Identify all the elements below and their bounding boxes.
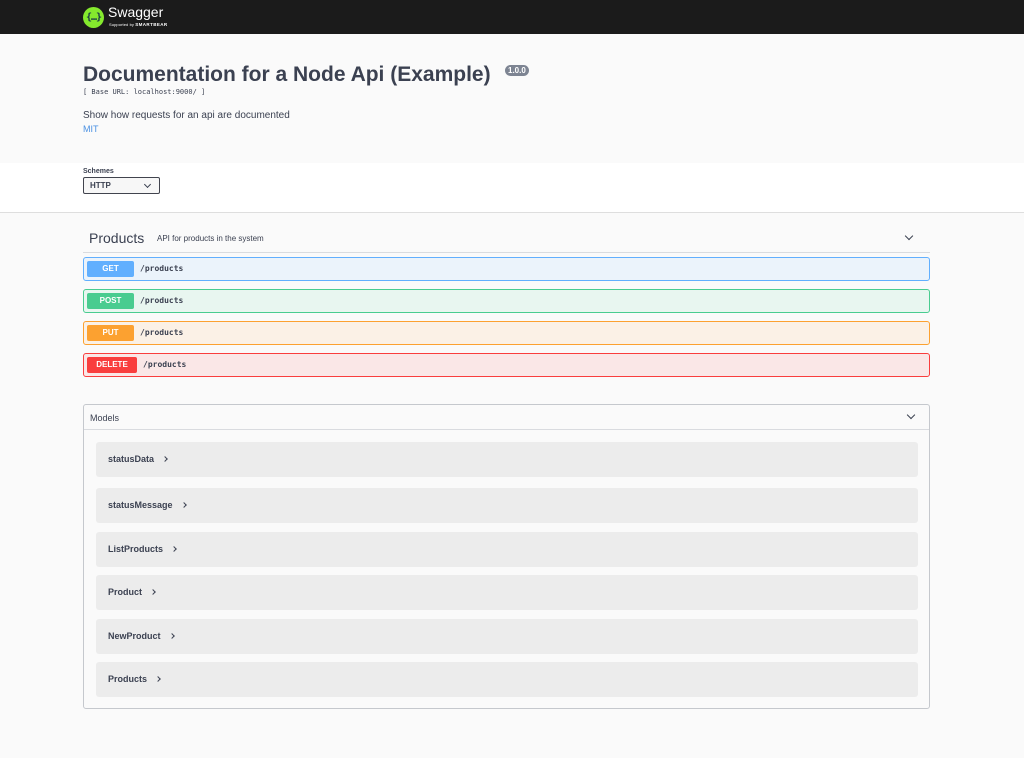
operation-post-products[interactable]: POST /products bbox=[83, 289, 930, 313]
models-title: Models bbox=[90, 413, 120, 423]
supported-by: Supported by SMARTBEAR bbox=[109, 22, 168, 27]
page-title: Documentation for a Node Api (Example) bbox=[83, 63, 491, 86]
api-description: Show how requests for an api are documen… bbox=[83, 110, 290, 121]
chevron-right-icon bbox=[155, 676, 161, 682]
chevron-right-icon bbox=[150, 589, 156, 595]
model-statusData[interactable]: statusData bbox=[96, 442, 918, 477]
operation-delete-products[interactable]: DELETE /products bbox=[83, 353, 930, 377]
tag-description: API for products in the system bbox=[157, 234, 264, 243]
chevron-right-icon bbox=[180, 502, 187, 508]
tag-header-products[interactable]: Products API for products in the system bbox=[83, 226, 930, 253]
operation-get-products[interactable]: GET /products bbox=[83, 257, 930, 281]
tag-name: Products bbox=[89, 230, 145, 246]
model-name: statusMessage bbox=[108, 500, 187, 510]
operation-path: /products bbox=[143, 360, 187, 369]
model-name: Product bbox=[108, 587, 156, 597]
schemes-label: Schemes bbox=[83, 168, 114, 175]
method-badge-delete: DELETE bbox=[87, 357, 137, 373]
method-badge-put: PUT bbox=[87, 325, 134, 341]
models-section: Models statusData statusMessage ListProd… bbox=[83, 404, 930, 709]
method-badge-post: POST bbox=[87, 293, 134, 309]
operation-put-products[interactable]: PUT /products bbox=[83, 321, 930, 345]
chevron-down-icon[interactable] bbox=[904, 231, 914, 241]
model-name: Products bbox=[108, 674, 161, 684]
license-link[interactable]: MIT bbox=[83, 124, 99, 134]
model-ListProducts[interactable]: ListProducts bbox=[96, 532, 918, 567]
version-badge: 1.0.0 bbox=[505, 65, 529, 76]
topbar: {…} Swagger Supported by SMARTBEAR bbox=[0, 0, 1024, 34]
chevron-right-icon bbox=[162, 456, 168, 462]
model-statusMessage[interactable]: statusMessage bbox=[96, 488, 918, 523]
model-Products[interactable]: Products bbox=[96, 662, 918, 697]
base-url: [ Base URL: localhost:9000/ ] bbox=[83, 88, 206, 96]
brand-name: Swagger bbox=[108, 4, 164, 20]
chevron-down-icon[interactable] bbox=[906, 410, 916, 420]
operation-path: /products bbox=[140, 328, 184, 337]
scheme-select[interactable]: HTTP bbox=[83, 177, 160, 194]
chevron-right-icon bbox=[168, 633, 175, 639]
swagger-logo-icon: {…} bbox=[83, 6, 104, 28]
method-badge-get: GET bbox=[87, 261, 134, 277]
scheme-selected-value: HTTP bbox=[90, 181, 111, 190]
models-header[interactable]: Models bbox=[84, 405, 929, 430]
operation-path: /products bbox=[140, 296, 184, 305]
chevron-right-icon bbox=[171, 546, 177, 552]
model-name: statusData bbox=[108, 454, 168, 464]
model-NewProduct[interactable]: NewProduct bbox=[96, 619, 918, 654]
logo-text: Swagger Supported by SMARTBEAR bbox=[108, 4, 180, 30]
operation-path: /products bbox=[140, 264, 184, 273]
chevron-down-icon bbox=[143, 180, 152, 189]
model-name: ListProducts bbox=[108, 544, 177, 554]
model-Product[interactable]: Product bbox=[96, 575, 918, 610]
model-name: NewProduct bbox=[108, 631, 175, 641]
swagger-logo[interactable]: {…} Swagger Supported by SMARTBEAR bbox=[83, 4, 180, 30]
